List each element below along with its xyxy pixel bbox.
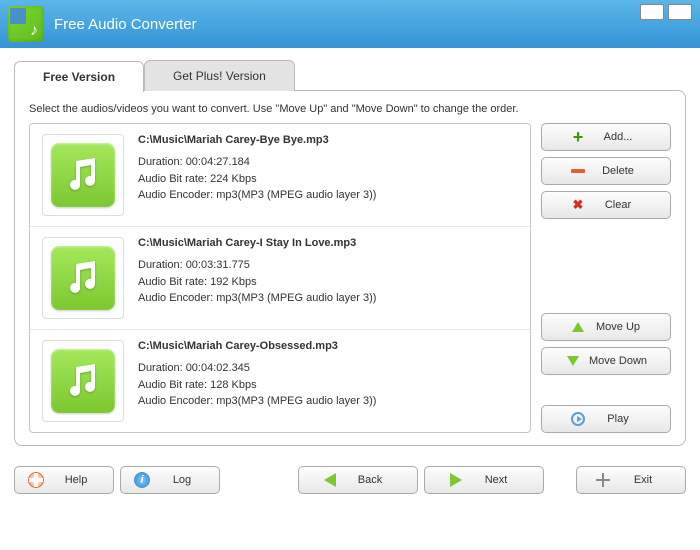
instructions-text: Select the audios/videos you want to con… (29, 103, 671, 115)
side-buttons: + Add... Delete ✖ Clear Move Up (541, 123, 671, 433)
file-encoder: Audio Encoder: mp3(MP3 (MPEG audio layer… (138, 187, 518, 204)
tab-free-version[interactable]: Free Version (14, 61, 144, 92)
tab-plus-version[interactable]: Get Plus! Version (144, 60, 295, 91)
file-path: C:\Music\Mariah Carey-I Stay In Love.mp3 (138, 237, 518, 249)
file-bitrate: Audio Bit rate: 224 Kbps (138, 171, 518, 188)
back-button-label: Back (346, 474, 394, 486)
content-area: Free Version Get Plus! Version Select th… (0, 48, 700, 456)
file-duration: Duration: 00:03:31.775 (138, 257, 518, 274)
arrow-left-icon (322, 472, 338, 488)
help-icon (28, 472, 44, 488)
file-item[interactable]: C:\Music\Mariah Carey-I Stay In Love.mp3… (30, 227, 530, 330)
main-row: C:\Music\Mariah Carey-Bye Bye.mp3 Duratio… (29, 123, 671, 433)
move-up-button-label: Move Up (594, 321, 642, 333)
file-info: C:\Music\Mariah Carey-Obsessed.mp3 Durati… (138, 340, 518, 422)
move-down-button-label: Move Down (589, 355, 647, 367)
music-file-icon (42, 340, 124, 422)
music-file-icon (42, 134, 124, 216)
file-path: C:\Music\Mariah Carey-Bye Bye.mp3 (138, 134, 518, 146)
close-button[interactable]: ✕ (668, 4, 692, 20)
move-up-button[interactable]: Move Up (541, 313, 671, 341)
file-info: C:\Music\Mariah Carey-Bye Bye.mp3 Duratio… (138, 134, 518, 216)
title-bar: Free Audio Converter — ✕ (0, 0, 700, 48)
footer-bar: Help i Log Back Next Exit (0, 456, 700, 504)
x-icon: ✖ (570, 197, 586, 213)
file-duration: Duration: 00:04:02.345 (138, 360, 518, 377)
music-file-icon (42, 237, 124, 319)
plus-icon: + (570, 129, 586, 145)
info-icon: i (134, 472, 150, 488)
exit-icon (595, 472, 611, 488)
file-encoder: Audio Encoder: mp3(MP3 (MPEG audio layer… (138, 393, 518, 410)
file-item[interactable]: C:\Music\Mariah Carey-Obsessed.mp3 Durati… (30, 330, 530, 432)
clear-button-label: Clear (594, 199, 642, 211)
file-meta: Duration: 00:03:31.775Audio Bit rate: 19… (138, 257, 518, 307)
file-encoder: Audio Encoder: mp3(MP3 (MPEG audio layer… (138, 290, 518, 307)
exit-button-label: Exit (619, 474, 667, 486)
arrow-up-icon (570, 319, 586, 335)
add-button-label: Add... (594, 131, 642, 143)
minimize-button[interactable]: — (640, 4, 664, 20)
play-button-label: Play (594, 413, 642, 425)
file-bitrate: Audio Bit rate: 192 Kbps (138, 274, 518, 291)
minus-icon (570, 163, 586, 179)
file-path: C:\Music\Mariah Carey-Obsessed.mp3 (138, 340, 518, 352)
window-controls: — ✕ (640, 4, 692, 20)
file-info: C:\Music\Mariah Carey-I Stay In Love.mp3… (138, 237, 518, 319)
log-button-label: Log (158, 474, 206, 486)
app-icon (8, 6, 44, 42)
delete-button[interactable]: Delete (541, 157, 671, 185)
next-button-label: Next (472, 474, 520, 486)
add-button[interactable]: + Add... (541, 123, 671, 151)
app-title: Free Audio Converter (54, 16, 197, 33)
tab-bar: Free Version Get Plus! Version (14, 60, 686, 91)
main-panel: Select the audios/videos you want to con… (14, 90, 686, 446)
clear-button[interactable]: ✖ Clear (541, 191, 671, 219)
play-button[interactable]: Play (541, 405, 671, 433)
delete-button-label: Delete (594, 165, 642, 177)
file-duration: Duration: 00:04:27.184 (138, 154, 518, 171)
file-meta: Duration: 00:04:27.184Audio Bit rate: 22… (138, 154, 518, 204)
file-meta: Duration: 00:04:02.345Audio Bit rate: 12… (138, 360, 518, 410)
arrow-down-icon (565, 353, 581, 369)
file-list[interactable]: C:\Music\Mariah Carey-Bye Bye.mp3 Duratio… (29, 123, 531, 433)
arrow-right-icon (448, 472, 464, 488)
log-button[interactable]: i Log (120, 466, 220, 494)
file-bitrate: Audio Bit rate: 128 Kbps (138, 377, 518, 394)
help-button[interactable]: Help (14, 466, 114, 494)
move-down-button[interactable]: Move Down (541, 347, 671, 375)
help-button-label: Help (52, 474, 100, 486)
file-item[interactable]: C:\Music\Mariah Carey-Bye Bye.mp3 Duratio… (30, 124, 530, 227)
exit-button[interactable]: Exit (576, 466, 686, 494)
next-button[interactable]: Next (424, 466, 544, 494)
play-icon (570, 411, 586, 427)
back-button[interactable]: Back (298, 466, 418, 494)
